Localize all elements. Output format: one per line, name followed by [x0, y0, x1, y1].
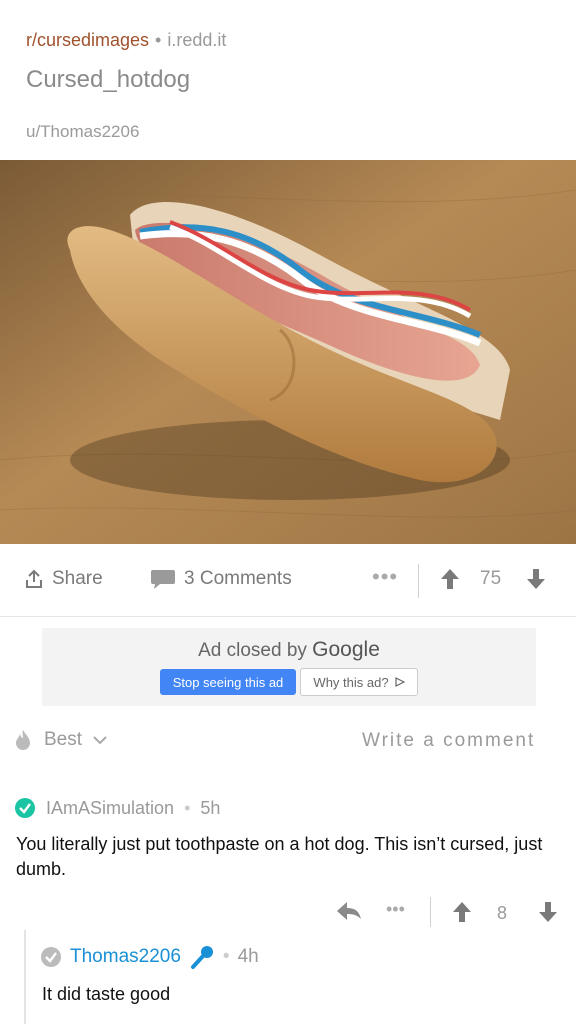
downvote-arrow-icon: [539, 902, 557, 922]
downvote-button[interactable]: [526, 568, 546, 590]
stop-seeing-ad-button[interactable]: Stop seeing this ad: [160, 669, 296, 695]
post-score: 75: [480, 568, 502, 589]
meta-separator: •: [222, 946, 230, 967]
comment-age: 5h: [200, 797, 221, 818]
upvote-button[interactable]: [440, 568, 460, 590]
domain-link[interactable]: i.redd.it: [167, 30, 226, 50]
ad-closed-prefix: Ad closed by: [198, 640, 307, 661]
share-icon: [26, 569, 42, 588]
chevron-down-icon: [93, 736, 107, 745]
post-author[interactable]: u/Thomas2206: [26, 122, 139, 142]
reply-arrow-icon: [337, 902, 361, 920]
adchoices-play-icon: [394, 677, 405, 687]
post-header: r/cursedimages • i.redd.it Cursed_hotdog u…: [0, 0, 576, 160]
share-button[interactable]: Share: [24, 568, 103, 590]
share-label: Share: [52, 568, 103, 589]
post-image[interactable]: [0, 160, 576, 544]
comment-bubble-icon: [151, 570, 175, 589]
comment-body: You literally just put toothpaste on a h…: [16, 834, 543, 879]
hotdog-image: [0, 160, 576, 544]
post-action-bar: Share 3 Comments ••• 75: [0, 544, 576, 617]
why-this-ad-button[interactable]: Why this ad?: [300, 668, 418, 696]
divider: [418, 564, 419, 598]
ad-closed-panel: Ad closed by Google Stop seeing this ad …: [42, 628, 536, 706]
comment-downvote-button[interactable]: [538, 901, 558, 928]
ad-closed-text: Ad closed by Google: [42, 638, 536, 662]
comment-action-bar: ••• 8: [0, 895, 576, 931]
comments-button[interactable]: 3 Comments: [150, 568, 292, 590]
reply-age: 4h: [237, 946, 259, 967]
verified-check-icon: [15, 798, 35, 818]
write-comment-button[interactable]: Write a comment: [362, 730, 535, 752]
comments-count: 3 Comments: [184, 568, 292, 589]
upvote-arrow-icon: [441, 569, 459, 589]
post-meta: r/cursedimages • i.redd.it: [26, 30, 226, 51]
downvote-arrow-icon: [527, 569, 545, 589]
post-title[interactable]: Cursed_hotdog: [26, 66, 190, 94]
upvote-arrow-icon: [453, 902, 471, 922]
reply-username[interactable]: Thomas2206: [70, 946, 181, 968]
meta-separator: •: [155, 30, 162, 50]
reply-button[interactable]: [336, 901, 362, 926]
flame-icon: [16, 730, 30, 750]
check-circle-icon: [41, 947, 61, 967]
more-options-icon[interactable]: •••: [372, 564, 398, 590]
comment-header: IAmASimulation • 5h: [14, 797, 220, 819]
google-logo-text: Google: [312, 638, 380, 661]
reply-header: Thomas2206 • 4h: [40, 944, 259, 970]
meta-separator: •: [184, 797, 191, 818]
comment-sort-bar: Best Write a comment: [0, 720, 576, 764]
comment-upvote-button[interactable]: [452, 901, 472, 928]
sort-dropdown[interactable]: Best: [12, 728, 108, 752]
comment-username[interactable]: IAmASimulation: [46, 798, 174, 819]
subreddit-link[interactable]: r/cursedimages: [26, 30, 149, 50]
reply-thread-line: [24, 930, 26, 1024]
sort-label: Best: [44, 729, 83, 750]
comment-more-icon[interactable]: •••: [386, 899, 405, 920]
comment-score: 8: [497, 903, 508, 923]
divider: [430, 897, 431, 927]
why-this-ad-label: Why this ad?: [313, 674, 389, 690]
reply-body: It did taste good: [42, 984, 171, 1004]
microphone-op-icon: [190, 946, 213, 969]
